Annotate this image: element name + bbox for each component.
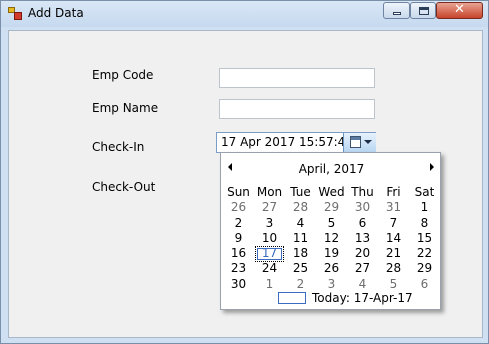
calendar-dropdown: April, 2017 Sun Mon Tue Wed Thu Fri Sat … [220,152,441,310]
emp-name-field[interactable] [219,99,375,119]
calendar-day[interactable]: 29 [409,261,440,276]
calendar-day[interactable]: 5 [316,216,347,231]
calendar-week: 26 27 28 29 30 31 1 [223,200,440,215]
calendar-day[interactable]: 20 [347,246,378,261]
weekday-label: Mon [256,185,283,199]
weekday-label: Tue [290,185,311,199]
calendar-day[interactable]: 4 [347,277,378,292]
calendar-day[interactable]: 6 [347,216,378,231]
calendar-day[interactable]: 31 [378,200,409,215]
calendar-day[interactable]: 7 [378,216,409,231]
calendar-day[interactable]: 1 [254,277,285,292]
calendar-day[interactable]: 28 [378,261,409,276]
window-title: Add Data [28,6,84,20]
calendar-day[interactable]: 10 [254,231,285,246]
calendar-day[interactable]: 15 [409,231,440,246]
calendar-day[interactable]: 27 [254,200,285,215]
weekday-label: Fri [386,185,401,199]
minimize-icon [393,12,401,15]
calendar-week: 16 17 18 19 20 21 22 [223,246,440,263]
calendar-day[interactable]: 30 [347,200,378,215]
emp-code-label: Emp Code [92,68,154,82]
weekday-label: Thu [351,185,374,199]
calendar-icon [350,136,361,148]
weekday-label: Sat [414,185,435,199]
calendar-day[interactable]: 4 [285,216,316,231]
calendar-day[interactable]: 24 [254,261,285,276]
maximize-button[interactable] [410,2,436,19]
calendar-day[interactable]: 3 [316,277,347,292]
calendar-day[interactable]: 16 [223,246,254,261]
calendar-day[interactable]: 27 [347,261,378,276]
calendar-day[interactable]: 1 [409,200,440,215]
emp-name-label: Emp Name [92,101,159,115]
calendar-day[interactable]: 11 [285,231,316,246]
today-indicator-icon [278,292,306,304]
next-month-icon[interactable] [430,163,434,171]
maximize-icon [419,7,429,15]
calendar-day[interactable]: 5 [378,277,409,292]
calendar-week: 9 10 11 12 13 14 15 [223,231,440,246]
calendar-day[interactable]: 26 [223,200,254,215]
title-bar[interactable]: Add Data ✕ [1,1,488,27]
calendar-day[interactable]: 26 [316,261,347,276]
calendar-day[interactable]: 2 [223,216,254,231]
calendar-week: 30 1 2 3 4 5 6 [223,277,440,292]
add-data-window: Add Data ✕ Emp Code Emp Name Check-In 17… [0,0,489,344]
calendar-day[interactable]: 3 [254,216,285,231]
app-icon [8,7,22,20]
calendar-day[interactable]: 18 [285,246,316,261]
check-in-label: Check-In [92,140,145,154]
calendar-day[interactable]: 22 [409,246,440,261]
calendar-day[interactable]: 2 [285,277,316,292]
calendar-week: 23 24 25 26 27 28 29 [223,261,440,276]
check-in-datetime-picker[interactable]: 17 Apr 2017 15:57:43 [216,132,376,153]
emp-code-field[interactable] [219,68,375,88]
calendar-day[interactable]: 6 [409,277,440,292]
check-in-value[interactable]: 17 Apr 2017 15:57:43 [221,135,353,149]
calendar-week: 2 3 4 5 6 7 8 [223,216,440,231]
calendar-day[interactable]: 8 [409,216,440,231]
calendar-day[interactable]: 25 [285,261,316,276]
calendar-day[interactable]: 30 [223,277,254,292]
calendar-day[interactable]: 14 [378,231,409,246]
weekday-header: Sun Mon Tue Wed Thu Fri Sat [223,185,440,200]
month-title[interactable]: April, 2017 [221,162,442,176]
calendar-day[interactable]: 21 [378,246,409,261]
calendar-day[interactable]: 13 [347,231,378,246]
chevron-down-icon [364,140,372,144]
calendar-day[interactable]: 9 [223,231,254,246]
today-link[interactable]: Today: 17-Apr-17 [312,291,413,305]
weekday-label: Wed [318,185,345,199]
close-button[interactable]: ✕ [436,2,483,19]
calendar-day[interactable]: 29 [316,200,347,215]
calendar-day[interactable]: 28 [285,200,316,215]
calendar-day[interactable]: 23 [223,261,254,276]
calendar-day[interactable]: 19 [316,246,347,261]
close-icon: ✕ [454,2,465,17]
calendar-grid: Sun Mon Tue Wed Thu Fri Sat 26 27 28 29 … [223,185,440,292]
minimize-button[interactable] [383,2,410,19]
check-out-label: Check-Out [92,180,156,194]
weekday-label: Sun [227,185,250,199]
calendar-day[interactable]: 17 [254,246,285,263]
calendar-dropdown-button[interactable] [343,133,376,152]
calendar-day[interactable]: 12 [316,231,347,246]
